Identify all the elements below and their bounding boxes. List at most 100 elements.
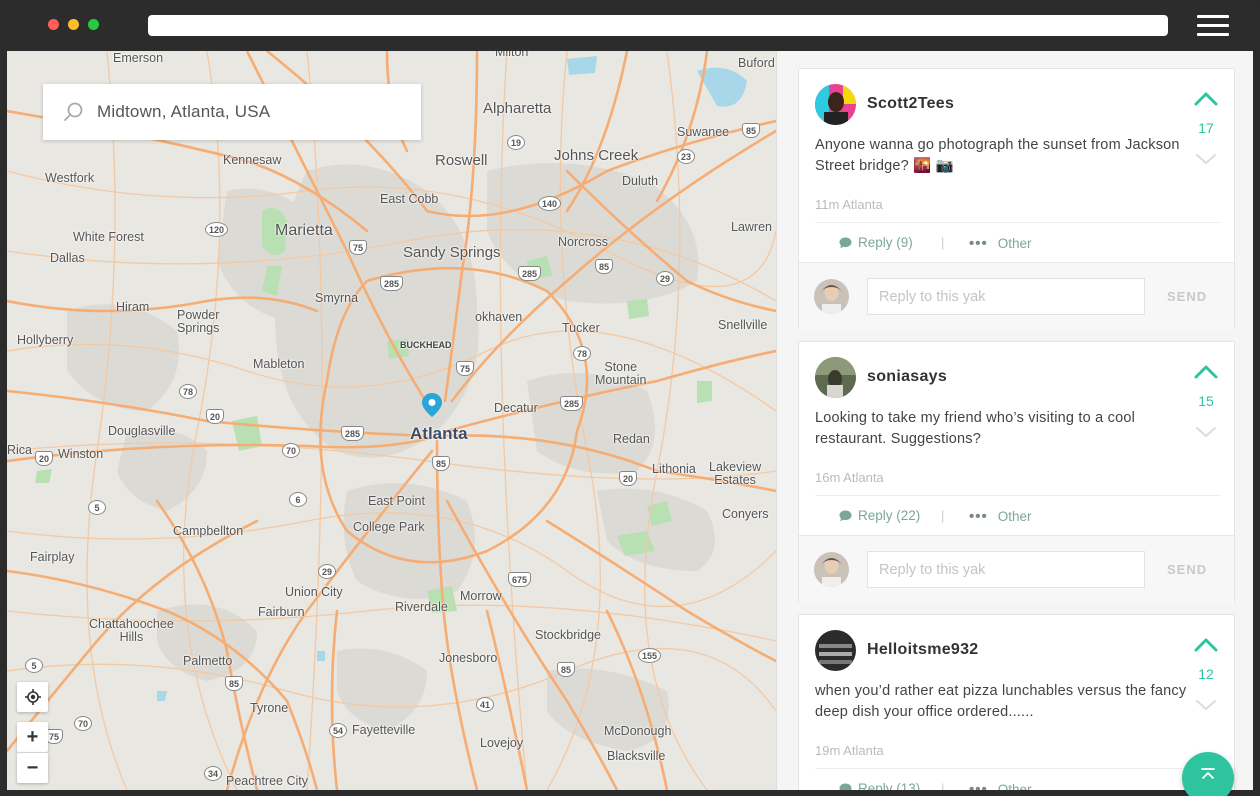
reply-input[interactable]: [867, 551, 1145, 588]
other-menu-link[interactable]: ••• Other: [969, 508, 1032, 525]
post-meta: 16m Atlanta: [815, 470, 884, 485]
send-button[interactable]: SEND: [1167, 289, 1207, 304]
upvote-icon[interactable]: [1193, 635, 1219, 655]
search-value[interactable]: Midtown, Atlanta, USA: [97, 102, 270, 122]
map-label-hollyberry: Hollyberry: [17, 333, 74, 347]
avatar[interactable]: [815, 357, 856, 398]
hamburger-menu-icon[interactable]: [1197, 15, 1229, 37]
map-label-alpharetta: Alpharetta: [483, 100, 552, 117]
downvote-icon[interactable]: [1193, 695, 1219, 715]
reply-count-label: Reply (9): [858, 235, 913, 250]
chat-bubble-icon: [839, 510, 852, 521]
more-dots-icon: •••: [969, 781, 988, 790]
maximize-window-button[interactable]: [88, 19, 99, 30]
reply-composer: SEND: [799, 262, 1234, 330]
post-body: Looking to take my friend who’s visiting…: [815, 410, 1136, 447]
other-menu-link[interactable]: ••• Other: [969, 235, 1032, 252]
upvote-icon[interactable]: [1193, 89, 1219, 109]
highway-shield-285: 285: [518, 266, 542, 281]
map-label-powder-springs: Powder Springs: [177, 308, 220, 335]
reply-link[interactable]: Reply (22): [839, 508, 920, 523]
map-label-mableton: Mableton: [253, 357, 305, 371]
map-label-buford: Buford: [738, 56, 775, 70]
location-search-box[interactable]: Midtown, Atlanta, USA: [43, 84, 421, 140]
map-label-campbellton: Campbellton: [173, 524, 244, 538]
highway-shield-29: 29: [656, 271, 675, 286]
reply-link[interactable]: Reply (9): [839, 235, 913, 250]
map-label-fairplay: Fairplay: [30, 550, 75, 564]
address-bar[interactable]: [148, 15, 1168, 36]
map-label-kennesaw: Kennesaw: [223, 153, 282, 167]
post-username[interactable]: Helloitsme932: [867, 641, 979, 659]
highway-shield-85: 85: [225, 676, 244, 691]
avatar: [814, 552, 849, 587]
map-label-chattahoochee-hills: Chattahoochee Hills: [89, 617, 174, 644]
location-pin-icon[interactable]: [422, 393, 442, 417]
highway-shield-23: 23: [677, 149, 696, 164]
reply-count-label: Reply (13): [858, 781, 921, 790]
highway-shield-20: 20: [35, 451, 54, 466]
highway-shield-140: 140: [538, 196, 562, 211]
vote-count: 12: [1198, 666, 1214, 682]
highway-shield-85: 85: [595, 259, 614, 274]
avatar[interactable]: [815, 84, 856, 125]
other-menu-link[interactable]: ••• Other: [969, 781, 1032, 790]
map-label-milton: Milton: [495, 51, 529, 59]
scroll-to-top-button[interactable]: [1182, 752, 1234, 796]
map-label-lovejoy: Lovejoy: [480, 736, 524, 750]
downvote-icon[interactable]: [1193, 149, 1219, 169]
highway-shield-675: 675: [508, 572, 532, 587]
zoom-in-button[interactable]: +: [17, 722, 48, 752]
highway-shield-70: 70: [282, 443, 301, 458]
locate-me-button[interactable]: [17, 682, 48, 712]
map-view[interactable]: Emerson Milton Buford Alpharetta Suwanee…: [7, 51, 776, 790]
map-label-mcdonough: McDonough: [604, 724, 672, 738]
post-meta: 19m Atlanta: [815, 743, 884, 758]
reply-composer: SEND: [799, 535, 1234, 603]
more-dots-icon: •••: [969, 508, 988, 525]
highway-shield-70: 70: [74, 716, 93, 731]
highway-shield-54: 54: [329, 723, 348, 738]
map-label-johns-creek: Johns Creek: [554, 147, 639, 164]
zoom-out-button[interactable]: −: [17, 753, 48, 783]
map-label-suwanee: Suwanee: [677, 125, 730, 139]
reply-link[interactable]: Reply (13): [839, 781, 920, 790]
post-divider: [815, 222, 1221, 223]
highway-shield-19: 19: [507, 135, 526, 150]
yak-feed[interactable]: Scott2Tees Anyone wanna go photograph th…: [776, 51, 1253, 790]
map-label-jonesboro: Jonesboro: [439, 651, 498, 665]
map-label-roswell: Roswell: [435, 152, 488, 169]
highway-shield-85: 85: [557, 662, 576, 677]
highway-shield-6: 6: [289, 492, 307, 507]
avatar[interactable]: [815, 630, 856, 671]
highway-shield-41: 41: [476, 697, 495, 712]
upvote-icon[interactable]: [1193, 362, 1219, 382]
highway-shield-34: 34: [204, 766, 223, 781]
highway-shield-85: 85: [742, 123, 761, 138]
post-meta: 11m Atlanta: [815, 197, 883, 212]
highway-shield-75: 75: [456, 361, 475, 376]
downvote-icon[interactable]: [1193, 422, 1219, 442]
post-username[interactable]: soniasays: [867, 368, 947, 386]
post-username[interactable]: Scott2Tees: [867, 95, 954, 113]
map-label-emerson: Emerson: [113, 51, 164, 65]
minimize-window-button[interactable]: [68, 19, 79, 30]
map-label-redan: Redan: [613, 432, 650, 446]
map-label-white-forest: White Forest: [73, 230, 144, 244]
highway-shield-85: 85: [432, 456, 451, 471]
post-card: Helloitsme932 when you’d rather eat pizz…: [798, 614, 1235, 790]
highway-shield-285: 285: [560, 396, 584, 411]
close-window-button[interactable]: [48, 19, 59, 30]
map-label-buckhead: BUCKHEAD: [400, 340, 452, 350]
vote-count: 17: [1198, 120, 1214, 136]
map-label-sandy-springs: Sandy Springs: [403, 244, 501, 261]
map-label-riverdale: Riverdale: [395, 600, 448, 614]
other-label: Other: [997, 782, 1032, 790]
reply-input[interactable]: [867, 278, 1145, 315]
browser-chrome: [0, 0, 1260, 51]
send-button[interactable]: SEND: [1167, 562, 1207, 577]
map-label-stockbridge: Stockbridge: [535, 628, 602, 642]
browser-window: Emerson Milton Buford Alpharetta Suwanee…: [0, 0, 1260, 796]
chat-bubble-icon: [839, 783, 852, 790]
map-label-decatur: Decatur: [494, 401, 538, 415]
